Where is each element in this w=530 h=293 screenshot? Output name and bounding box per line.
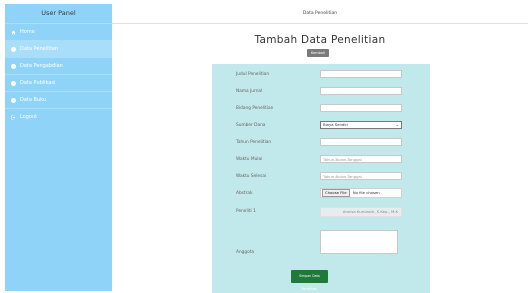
circle-icon: [11, 63, 16, 69]
sidebar-item-logout[interactable]: Logout: [5, 108, 112, 125]
waktu-selesai-input[interactable]: Tahun-Bulan-Tanggal: [320, 172, 402, 180]
page-title: Tambah Data Penelitian: [254, 34, 386, 46]
tahun-label: Tahun Penelitian: [236, 140, 272, 145]
sidebar-item-home[interactable]: Home: [5, 23, 112, 40]
sidebar-item-label: Home: [20, 29, 35, 35]
sidebar-item-label: Data Publikasi: [20, 80, 56, 86]
selesai-label: Waktu Selesai: [236, 174, 267, 179]
circle-icon: [11, 46, 16, 52]
sidebar-item-data-penelitian[interactable]: Data Penelitian: [5, 40, 112, 57]
abstrak-file-input[interactable]: Choose File No file chosen: [320, 188, 402, 198]
judul-input[interactable]: [320, 70, 402, 78]
submit-button[interactable]: Simpan Data Penelitian: [291, 270, 328, 291]
home-icon: [11, 30, 16, 35]
anggota-label: Anggota: [236, 250, 255, 255]
form-panel: Judul Penelitian Nama Jurnal Bidang Pene…: [212, 64, 430, 293]
mulai-label: Waktu Mulai: [236, 157, 263, 162]
sidebar: User Panel Home Data Penelitian Data Pen…: [5, 4, 112, 291]
circle-icon: [11, 97, 16, 103]
sidebar-item-label: Data Pengabdian: [20, 63, 63, 69]
logout-icon: [11, 115, 16, 120]
sidebar-item-data-publikasi[interactable]: Data Publikasi: [5, 74, 112, 91]
anggota-textarea[interactable]: [320, 230, 398, 254]
judul-label: Judul Penelitian: [236, 72, 270, 77]
header-title: Data Penelitian: [112, 4, 528, 24]
peneliti-label: Peneliti 1: [236, 209, 256, 214]
peneliti-input: Annisa Kurniasih, S.Kep., M.K: [320, 207, 402, 217]
circle-icon: [11, 80, 16, 86]
tahun-input[interactable]: [320, 138, 402, 146]
sidebar-item-label: Data Penelitian: [20, 46, 59, 52]
jurnal-input[interactable]: [320, 87, 402, 95]
sumber-dana-value: Biaya Sendiri: [323, 122, 349, 127]
sidebar-item-data-buku[interactable]: Data Buku: [5, 91, 112, 108]
file-status: No file chosen: [352, 190, 380, 195]
abstrak-label: Abstrak: [236, 191, 253, 196]
waktu-mulai-input[interactable]: Tahun-Bulan-Tanggal: [320, 155, 402, 163]
back-button[interactable]: Kembali: [307, 49, 329, 57]
sumber-label: Sumber Dana: [236, 123, 266, 128]
bidang-label: Bidang Penelitian: [236, 106, 274, 111]
sumber-dana-select[interactable]: Biaya Sendiri ⌄: [320, 121, 402, 129]
sidebar-item-label: Logout: [20, 114, 38, 120]
bidang-input[interactable]: [320, 104, 402, 112]
sidebar-item-label: Data Buku: [20, 97, 47, 103]
sidebar-item-data-pengabdian[interactable]: Data Pengabdian: [5, 57, 112, 74]
sidebar-title: User Panel: [41, 9, 76, 17]
choose-file-button[interactable]: Choose File: [322, 189, 350, 197]
jurnal-label: Nama Jurnal: [236, 89, 263, 94]
chevron-down-icon: ⌄: [395, 122, 399, 127]
